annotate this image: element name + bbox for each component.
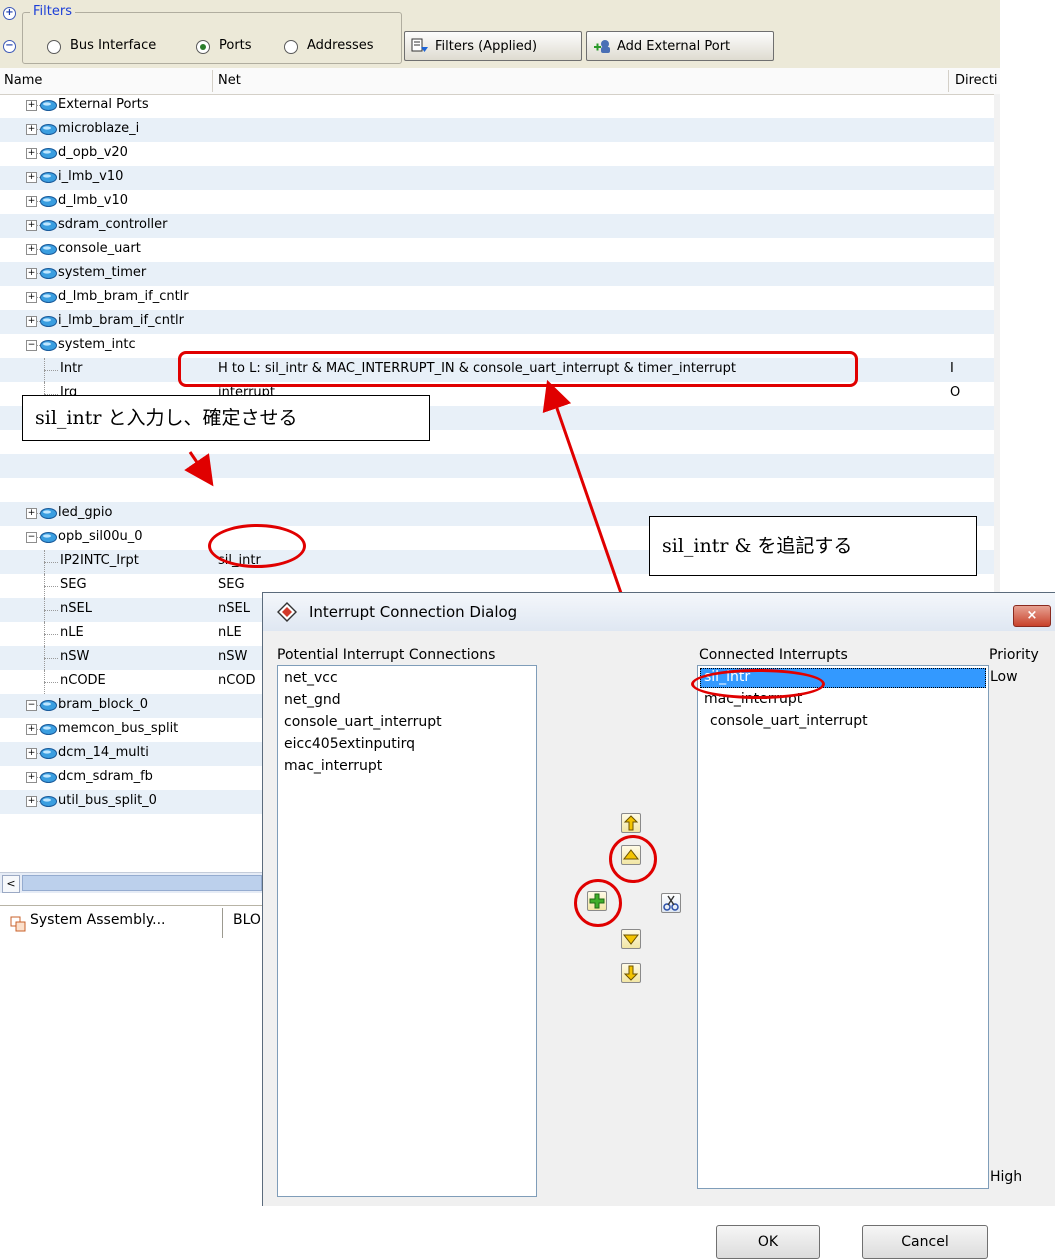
arrow-to-intr-net: [542, 379, 624, 597]
connected-list[interactable]: sil_intr mac_interrupt console_uart_inte…: [697, 665, 989, 1189]
list-item[interactable]: console_uart_interrupt: [284, 714, 442, 730]
list-item[interactable]: mac_interrupt: [284, 758, 382, 774]
ok-button[interactable]: OK: [716, 1225, 820, 1259]
interrupt-connection-dialog: Interrupt Connection Dialog × Potential …: [262, 592, 1055, 1259]
priority-low: Low: [990, 669, 1018, 685]
close-icon[interactable]: ×: [1013, 605, 1051, 627]
list-item[interactable]: console_uart_interrupt: [710, 713, 868, 729]
dialog-title: Interrupt Connection Dialog: [309, 603, 518, 621]
sil-intr-item-highlight: [691, 669, 825, 699]
remove-interrupt-button[interactable]: [661, 893, 681, 913]
move-top-arrow-icon: [623, 815, 639, 831]
cancel-button[interactable]: Cancel: [862, 1225, 988, 1259]
move-to-bottom-button[interactable]: [621, 963, 641, 983]
priority-label: Priority: [989, 647, 1039, 663]
potential-list[interactable]: net_vcc net_gnd console_uart_interrupt e…: [277, 665, 537, 1197]
add-highlight: [574, 879, 622, 927]
list-item[interactable]: eicc405extinputirq: [284, 736, 415, 752]
move-down-button[interactable]: [621, 929, 641, 949]
move-to-top-button[interactable]: [621, 813, 641, 833]
cut-scissors-icon: [663, 895, 679, 911]
arrow-to-sil-intr: [184, 451, 214, 487]
priority-high: High: [990, 1169, 1023, 1185]
dialog-app-icon: [277, 602, 297, 622]
down-arrow-icon: [622, 934, 640, 945]
connected-label: Connected Interrupts: [699, 647, 848, 663]
dialog-title-bar[interactable]: Interrupt Connection Dialog ×: [263, 593, 1055, 631]
move-up-highlight: [609, 835, 657, 883]
list-item[interactable]: net_gnd: [284, 692, 341, 708]
list-item[interactable]: net_vcc: [284, 670, 338, 686]
move-bottom-arrow-icon: [623, 965, 639, 981]
potential-label: Potential Interrupt Connections: [277, 647, 496, 663]
